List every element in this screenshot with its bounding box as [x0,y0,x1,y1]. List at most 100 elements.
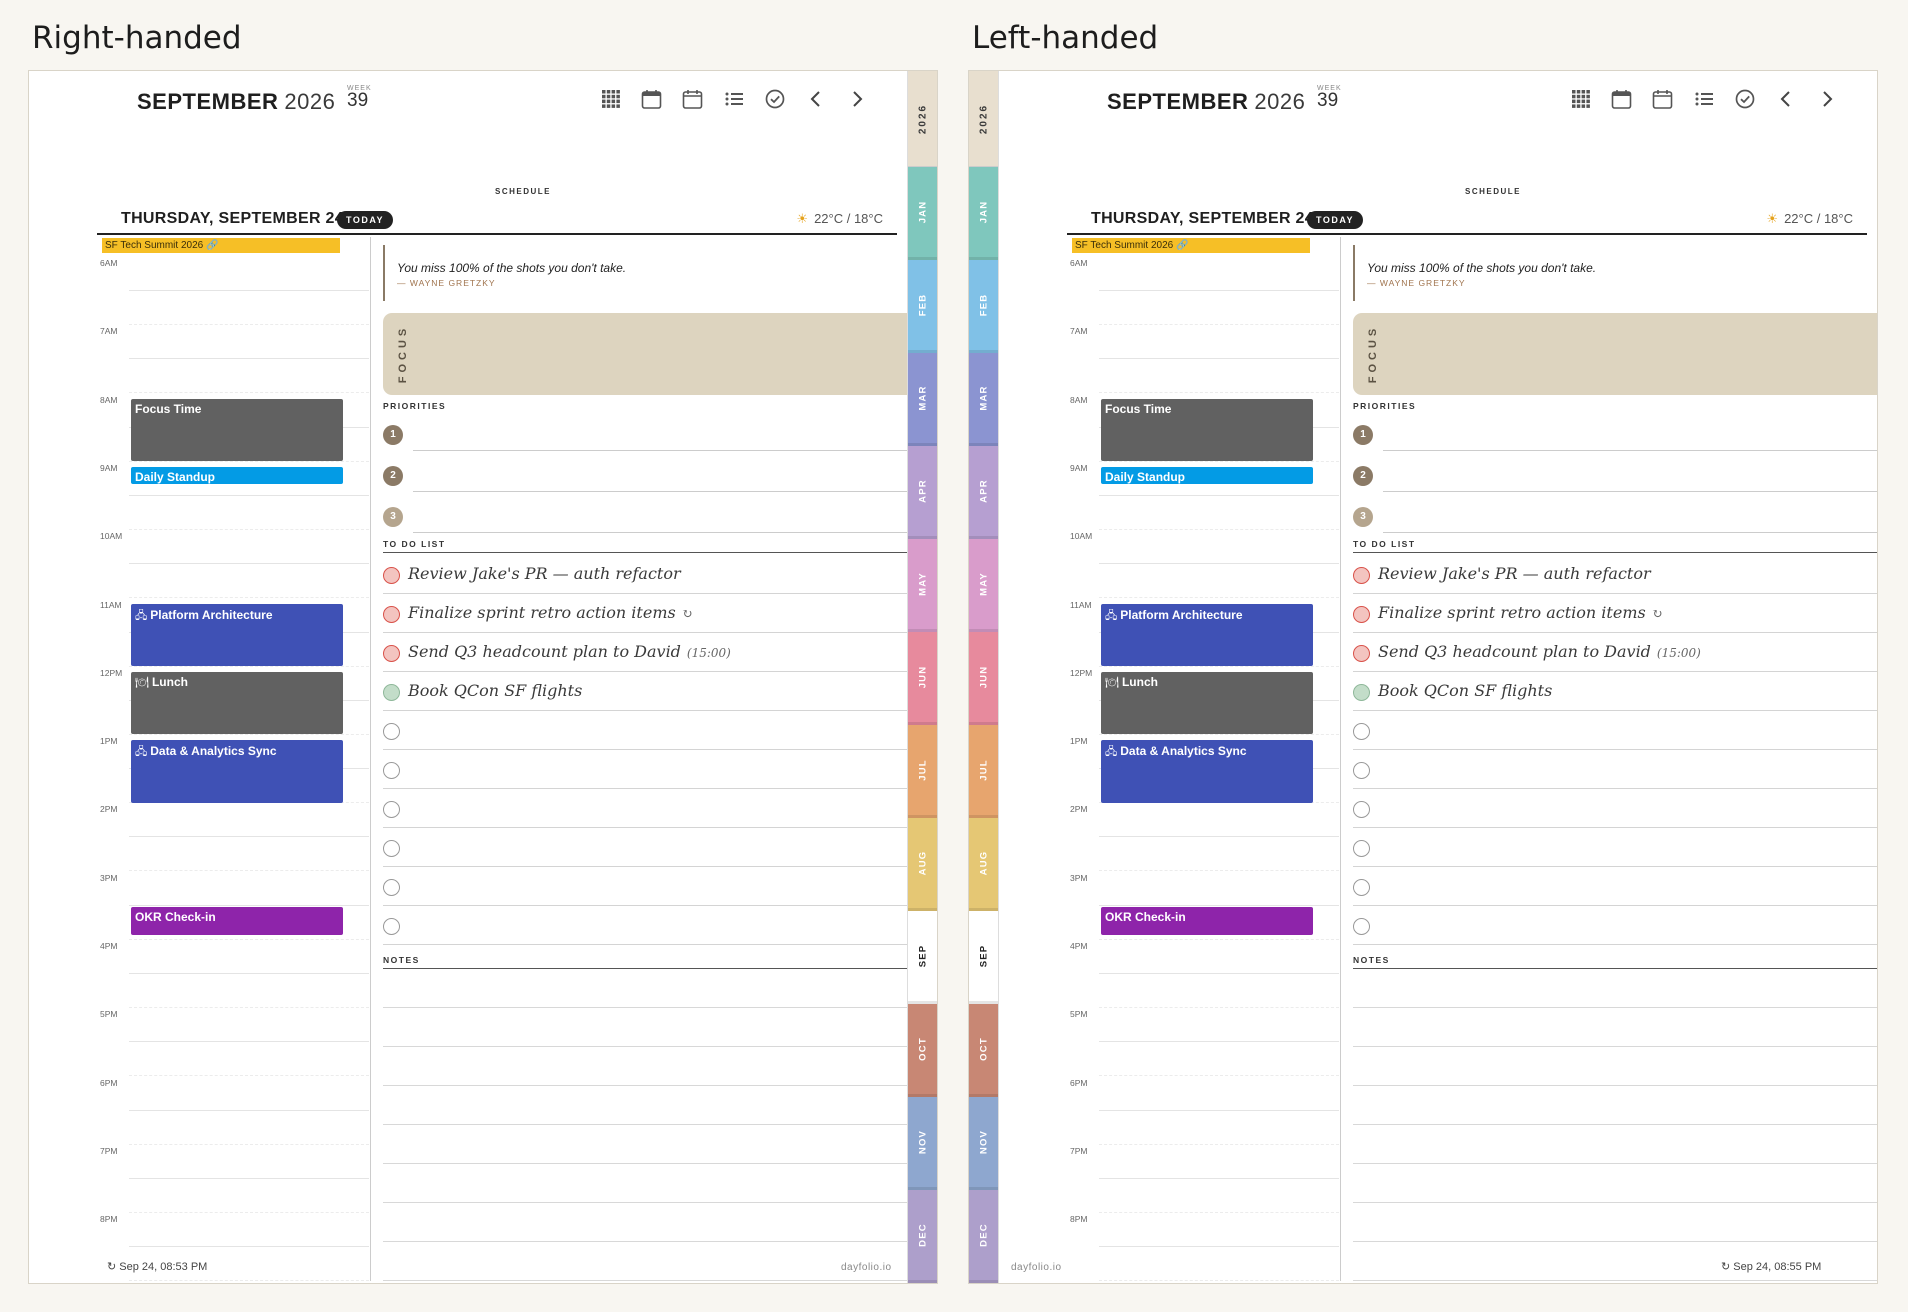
todo-item[interactable]: Book QCon SF flights [383,672,923,711]
calendar-event[interactable]: OKR Check-in [1101,907,1313,936]
all-day-event[interactable]: SF Tech Summit 2026 🔗 [102,238,340,253]
tab-year[interactable]: 2026 [969,71,998,167]
todo-item[interactable] [383,750,923,789]
calendar-event[interactable]: 🍽 Lunch [131,671,343,735]
calendar-event[interactable]: 🖧 Data & Analytics Sync [131,740,343,803]
today-badge[interactable]: TODAY [1307,211,1364,229]
focus-box[interactable]: FOCUS [383,313,923,395]
priority-row[interactable]: 2 [1353,454,1877,492]
calendar-event[interactable]: 🖧 Data & Analytics Sync [1101,740,1313,803]
todo-item[interactable] [1353,789,1877,828]
year-grid-button[interactable] [600,90,621,112]
todo-item[interactable] [1353,711,1877,750]
tab-month-sep[interactable]: SEP [908,911,937,1004]
week-calendar-button[interactable] [1652,89,1673,112]
all-day-event[interactable]: SF Tech Summit 2026 🔗 [1072,238,1310,253]
tab-month-may[interactable]: MAY [969,539,998,632]
focus-box[interactable]: FOCUS [1353,313,1877,395]
tab-year[interactable]: 2026 [908,71,937,167]
calendar-event[interactable]: Daily Standup [131,466,343,485]
tab-month-jul[interactable]: JUL [908,725,937,818]
week-calendar-button[interactable] [682,89,703,112]
calendar-event[interactable]: 🖧 Platform Architecture [131,603,343,667]
tab-month-may[interactable]: MAY [908,539,937,632]
tab-month-aug[interactable]: AUG [908,818,937,911]
todo-checkbox[interactable] [1353,567,1370,584]
priority-row[interactable]: 2 [383,454,923,492]
todo-checkbox[interactable] [383,684,400,701]
tab-month-mar[interactable]: MAR [908,353,937,446]
tab-month-jan[interactable]: JAN [908,167,937,260]
tab-month-sep[interactable]: SEP [969,911,998,1004]
today-badge[interactable]: TODAY [337,211,394,229]
todo-checkbox[interactable] [1353,645,1370,662]
chevron-left-button[interactable] [1775,91,1796,112]
chevron-right-button[interactable] [1816,91,1837,112]
todo-item[interactable] [383,906,923,945]
todo-checkbox[interactable] [1353,684,1370,701]
todo-checkbox[interactable] [383,645,400,662]
tab-month-feb[interactable]: FEB [969,260,998,353]
todo-item[interactable] [383,789,923,828]
todo-checkbox[interactable] [383,879,400,896]
todo-item[interactable]: Send Q3 headcount plan to David (15:00) [383,633,923,672]
priority-row[interactable]: 3 [383,495,923,533]
todo-item[interactable] [383,867,923,906]
month-calendar-button[interactable] [1611,89,1632,112]
tab-month-nov[interactable]: NOV [908,1097,937,1190]
todo-item[interactable]: Finalize sprint retro action items ↻ [383,594,923,633]
tab-month-oct[interactable]: OCT [908,1004,937,1097]
tab-month-jun[interactable]: JUN [969,632,998,725]
todo-checkbox[interactable] [1353,918,1370,935]
todo-item[interactable]: Send Q3 headcount plan to David (15:00) [1353,633,1877,672]
month-calendar-button[interactable] [641,89,662,112]
todo-item[interactable]: Finalize sprint retro action items ↻ [1353,594,1877,633]
todo-checkbox[interactable] [1353,723,1370,740]
tab-month-jul[interactable]: JUL [969,725,998,818]
todo-item[interactable] [1353,828,1877,867]
tab-month-apr[interactable]: APR [908,446,937,539]
tab-month-mar[interactable]: MAR [969,353,998,446]
todo-checkbox[interactable] [383,801,400,818]
tab-month-jun[interactable]: JUN [908,632,937,725]
week-indicator[interactable]: WEEK 39 [1317,85,1342,110]
todo-item[interactable] [383,828,923,867]
todo-checkbox[interactable] [383,606,400,623]
year-grid-button[interactable] [1570,90,1591,112]
tab-month-dec[interactable]: DEC [908,1190,937,1283]
todo-checkbox[interactable] [383,723,400,740]
calendar-event[interactable]: Daily Standup [1101,466,1313,485]
list-button[interactable] [723,91,744,112]
todo-item[interactable] [1353,867,1877,906]
tab-month-aug[interactable]: AUG [969,818,998,911]
priority-row[interactable]: 1 [1353,413,1877,451]
todo-checkbox[interactable] [383,567,400,584]
calendar-event[interactable]: OKR Check-in [131,907,343,936]
brand-link[interactable]: dayfolio.io [841,1262,892,1273]
todo-checkbox[interactable] [1353,879,1370,896]
todo-item[interactable] [1353,750,1877,789]
todo-item[interactable] [383,711,923,750]
tab-month-nov[interactable]: NOV [969,1097,998,1190]
check-circle-button[interactable] [1734,89,1755,112]
todo-checkbox[interactable] [1353,606,1370,623]
week-indicator[interactable]: WEEK 39 [347,85,372,110]
chevron-right-button[interactable] [846,91,867,112]
todo-item[interactable]: Review Jake's PR — auth refactor [1353,555,1877,594]
tab-month-jan[interactable]: JAN [969,167,998,260]
calendar-event[interactable]: Focus Time [1101,398,1313,462]
todo-item[interactable] [1353,906,1877,945]
calendar-event[interactable]: 🖧 Platform Architecture [1101,603,1313,667]
brand-link[interactable]: dayfolio.io [1011,1262,1062,1273]
todo-checkbox[interactable] [1353,801,1370,818]
list-button[interactable] [1693,91,1714,112]
calendar-event[interactable]: Focus Time [131,398,343,462]
priority-row[interactable]: 1 [383,413,923,451]
todo-checkbox[interactable] [383,840,400,857]
todo-checkbox[interactable] [383,918,400,935]
todo-checkbox[interactable] [1353,762,1370,779]
todo-checkbox[interactable] [383,762,400,779]
tab-month-oct[interactable]: OCT [969,1004,998,1097]
calendar-event[interactable]: 🍽 Lunch [1101,671,1313,735]
tab-month-dec[interactable]: DEC [969,1190,998,1283]
